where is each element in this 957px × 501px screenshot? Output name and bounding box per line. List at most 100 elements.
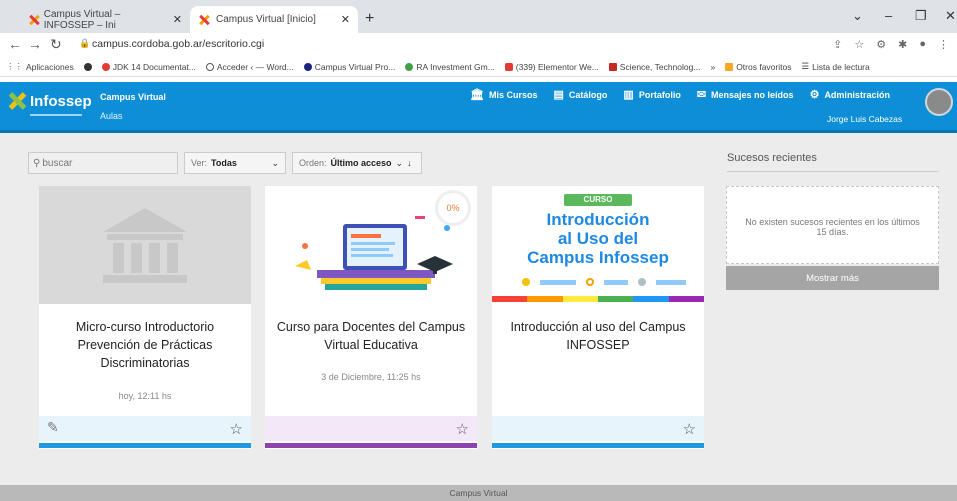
close-window-icon[interactable]: ✕: [945, 8, 956, 24]
show-more-button[interactable]: Mostrar más: [726, 266, 939, 290]
card-color-bar: [265, 443, 477, 448]
institution-icon: [103, 208, 187, 283]
course-title[interactable]: Curso para Docentes del Campus Virtual E…: [273, 318, 469, 354]
star-icon[interactable]: ☆: [683, 420, 696, 438]
share-icon[interactable]: ⇪: [833, 38, 842, 51]
ministry-logo-icon: [586, 278, 594, 286]
bookmarks-bar: ⋮⋮ Aplicaciones JDK 14 Documentat... Acce…: [0, 57, 957, 77]
app-header: Infossep Campus Virtual Aulas 🏛 Mis Curso…: [0, 82, 957, 133]
campus-favicon-icon: [28, 14, 38, 26]
course-card[interactable]: 0% Curso para Docentes del Campus Virtua…: [265, 186, 477, 449]
site-subtitle[interactable]: Aulas: [100, 111, 123, 121]
address-bar[interactable]: campus.cordoba.gob.ar/escritorio.cgi: [92, 38, 264, 50]
ver-select[interactable]: Ver: Todas ⌄: [184, 152, 286, 174]
nav-catalogo[interactable]: ▤ Catálogo: [553, 88, 607, 101]
tab-search-icon[interactable]: ⌄: [852, 8, 863, 24]
bookmark-science[interactable]: Science, Technolog...: [608, 62, 700, 72]
nav-portafolio[interactable]: ▥ Portafolio: [623, 88, 680, 101]
browser-tab-1[interactable]: Campus Virtual – INFOSSEP – Ini ✕: [20, 6, 190, 33]
logo-underline: [30, 114, 82, 116]
sucesos-heading: Sucesos recientes: [727, 152, 817, 164]
nav-mis-cursos[interactable]: 🏛 Mis Cursos: [470, 88, 537, 101]
back-icon[interactable]: ←: [8, 36, 22, 52]
logo-text-placeholder: [540, 279, 576, 285]
bookmark-star-icon[interactable]: ☆: [854, 38, 864, 51]
infossep-logo-icon: [522, 278, 530, 286]
ra-icon: [405, 62, 414, 71]
bookmark-overflow[interactable]: »: [710, 62, 715, 72]
forward-icon[interactable]: →: [28, 36, 42, 52]
wordpress-icon: [205, 62, 214, 71]
cover-heading: Introducción al Uso del Campus Infossep: [527, 210, 669, 267]
sucesos-empty-box: No existen sucesos recientes en los últi…: [726, 186, 939, 264]
portfolio-icon: ▥: [623, 89, 634, 101]
edit-icon[interactable]: ✎: [47, 419, 59, 436]
progress-badge: 0%: [435, 190, 471, 226]
card-footer: ☆: [492, 416, 704, 441]
bookmark-ra[interactable]: RA Investment Gm...: [405, 62, 495, 72]
browser-tab-2[interactable]: Campus Virtual [Inicio] ✕: [190, 6, 358, 33]
card-color-bar: [39, 443, 251, 448]
course-card[interactable]: CURSO Introducción al Uso del Campus Inf…: [492, 186, 704, 449]
institution-icon: 🏛: [470, 89, 484, 101]
bookmark-wordpress[interactable]: Acceder ‹ — Word...: [205, 62, 294, 72]
bookmark-github[interactable]: [83, 62, 92, 71]
star-icon[interactable]: ☆: [456, 420, 469, 438]
close-tab-icon[interactable]: ✕: [173, 13, 182, 26]
bookmark-jdk[interactable]: JDK 14 Documentat...: [101, 62, 196, 72]
course-date: 3 de Diciembre, 11:25 hs: [321, 372, 421, 382]
course-date: hoy, 12:11 hs: [118, 391, 172, 401]
nav-administracion[interactable]: ⚙ Administración: [810, 88, 890, 101]
close-tab-icon[interactable]: ✕: [341, 13, 350, 26]
chevron-down-icon: ⌄: [395, 157, 404, 168]
infossep-logo[interactable]: Infossep: [8, 92, 92, 110]
star-icon[interactable]: ☆: [230, 420, 243, 438]
logo-text-placeholder: [604, 279, 628, 285]
course-card[interactable]: Micro-curso Introductorio Prevención de …: [39, 186, 251, 449]
course-placeholder-image: [39, 186, 251, 304]
search-icon: ⚲: [33, 157, 41, 169]
mail-icon: ✉: [696, 89, 707, 101]
course-cover-image: CURSO Introducción al Uso del Campus Inf…: [492, 186, 704, 304]
cover-logos: [522, 278, 686, 286]
nav-mensajes[interactable]: ✉ Mensajes no leídos: [697, 88, 794, 101]
logo-text-placeholder: [656, 279, 686, 285]
minimize-icon[interactable]: –: [885, 8, 892, 23]
maximize-icon[interactable]: ❐: [915, 8, 927, 24]
bookmark-apps[interactable]: ⋮⋮ Aplicaciones: [6, 61, 74, 72]
extension-icon[interactable]: ⚙: [876, 38, 886, 51]
sort-descending-icon[interactable]: ↓: [407, 158, 412, 168]
course-title[interactable]: Introducción al uso del Campus INFOSSEP: [500, 318, 696, 354]
site-title[interactable]: Campus Virtual: [100, 92, 166, 102]
avatar[interactable]: [925, 88, 953, 116]
card-footer: ☆: [265, 416, 477, 441]
oracle-icon: [101, 62, 110, 71]
campus-favicon-icon: [198, 14, 210, 26]
infossep-logo-icon: [8, 92, 26, 110]
bookmark-otros[interactable]: Otros favoritos: [725, 62, 791, 72]
card-footer: ✎ ☆: [39, 416, 251, 441]
browser-tab-strip: Campus Virtual – INFOSSEP – Ini ✕ Campus…: [0, 0, 957, 33]
user-name[interactable]: Jorge Luis Cabezas: [827, 114, 902, 124]
menu-icon[interactable]: ⋮: [938, 38, 949, 51]
sucesos-empty-text: No existen sucesos recientes en los últi…: [745, 217, 920, 237]
chevron-down-icon: ⌄: [271, 157, 279, 168]
reload-icon[interactable]: ↻: [50, 36, 62, 53]
course-tag: CURSO: [564, 194, 632, 206]
orden-select[interactable]: Orden: Último acceso ⌄ ↓: [292, 152, 422, 174]
bookmark-lista[interactable]: ☰ Lista de lectura: [801, 61, 869, 72]
course-title[interactable]: Micro-curso Introductorio Prevención de …: [47, 318, 243, 372]
puzzle-icon[interactable]: ✱: [898, 38, 907, 51]
municipality-logo-icon: [638, 278, 646, 286]
tab-title: Campus Virtual – INFOSSEP – Ini: [43, 8, 121, 31]
tab-title: Campus Virtual [Inicio]: [216, 14, 316, 25]
reading-list-icon: ☰: [801, 61, 810, 71]
new-tab-icon[interactable]: +: [365, 10, 374, 28]
bookmark-campus[interactable]: Campus Virtual Pro...: [303, 62, 395, 72]
campus-icon: [303, 62, 312, 71]
bookmark-youtube[interactable]: (339) Elementor We...: [504, 62, 599, 72]
search-input[interactable]: ⚲ buscar: [28, 152, 178, 174]
sucesos-divider: [727, 171, 939, 172]
profile-icon[interactable]: ●: [919, 38, 926, 51]
browser-toolbar: ← → ↻ 🔒 campus.cordoba.gob.ar/escritorio…: [0, 33, 957, 57]
